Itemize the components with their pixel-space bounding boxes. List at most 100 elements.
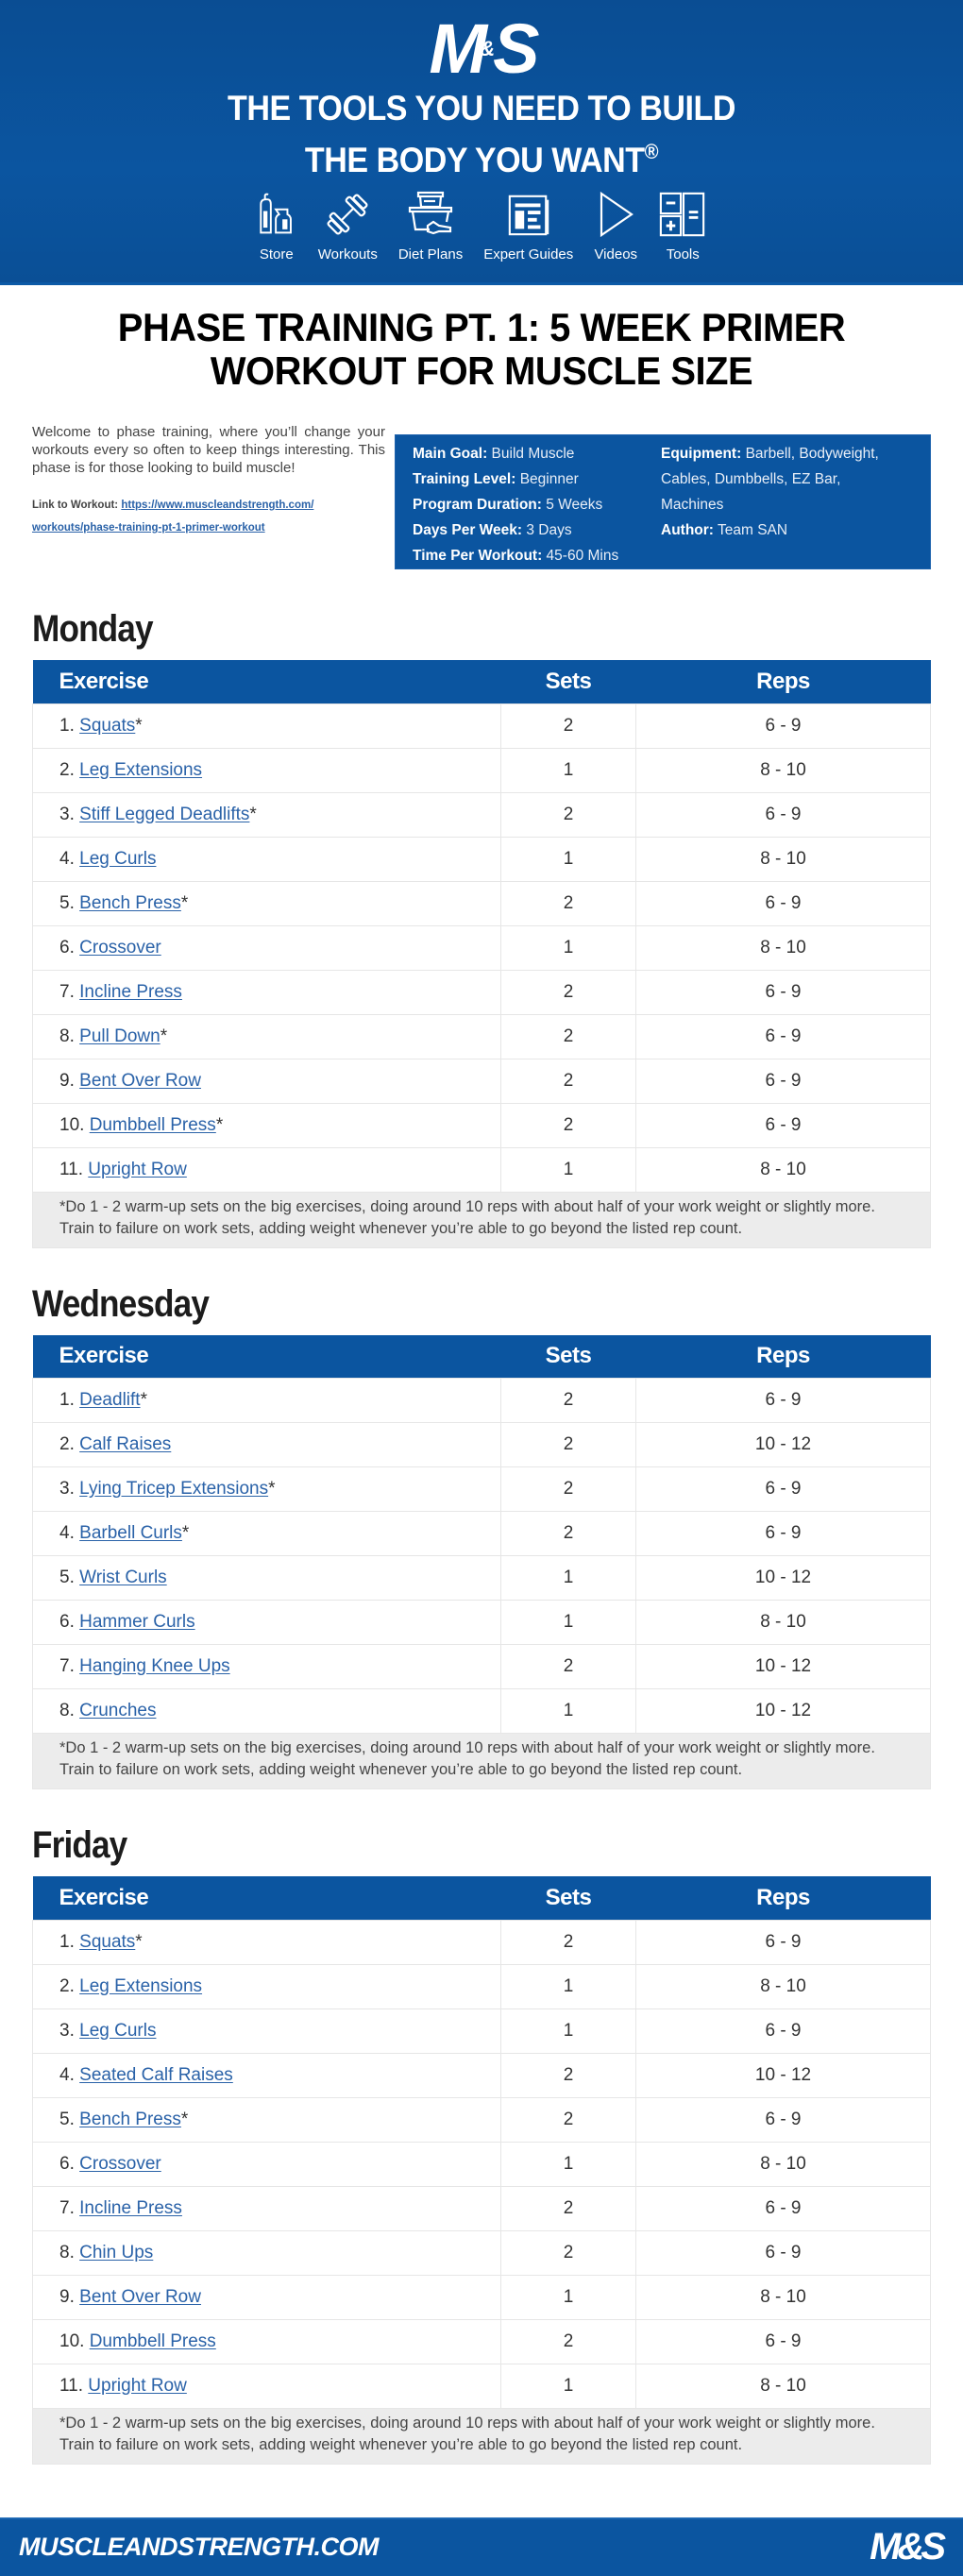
reps-cell: 10 - 12 [635, 1644, 931, 1689]
info-time-per-workout: Time Per Workout: 45-60 Mins [413, 548, 619, 564]
sets-cell: 1 [500, 1555, 636, 1601]
reps-cell: 6 - 9 [635, 1013, 931, 1059]
reps-cell: 10 - 12 [635, 2052, 931, 2098]
exercise-link[interactable]: Dumbbell Press [90, 2331, 216, 2351]
warmup-asterisk: * [268, 1479, 276, 1499]
nav-item-videos[interactable]: Videos [594, 190, 637, 263]
exercise-link[interactable]: Squats [79, 1932, 135, 1952]
exercise-cell: 3. Stiff Legged Deadlifts* [32, 791, 501, 838]
exercise-link[interactable]: Seated Calf Raises [79, 2065, 233, 2085]
workout-link-continued[interactable]: workouts/phase-training-pt-1-primer-work… [32, 522, 265, 534]
intro-text-block: Welcome to phase training, where you’ll … [32, 423, 385, 569]
exercise-number: 8. [59, 1025, 75, 1046]
reps-cell: 8 - 10 [635, 924, 931, 971]
exercise-link[interactable]: Hammer Curls [79, 1612, 194, 1632]
col-header-exercise: Exercise [32, 1876, 501, 1920]
exercise-link[interactable]: Upright Row [88, 1160, 187, 1179]
footer-url[interactable]: MUSCLEANDSTRENGTH.COM [19, 2533, 380, 2562]
exercise-link[interactable]: Crossover [79, 938, 161, 958]
info-equipment-line2: Cables, Dumbbells, EZ Bar, [661, 471, 841, 487]
reps-cell: 8 - 10 [635, 2141, 931, 2187]
exercise-link[interactable]: Incline Press [79, 982, 182, 1002]
reps-cell: 6 - 9 [635, 2185, 931, 2231]
reps-cell: 6 - 9 [635, 2318, 931, 2364]
nav-item-diet-plans[interactable]: Diet Plans [398, 190, 463, 263]
sets-cell: 1 [500, 2008, 636, 2054]
ms-logo[interactable]: M&S [0, 0, 963, 87]
exercise-cell: 6. Hammer Curls [32, 1600, 501, 1645]
exercise-link[interactable]: Upright Row [88, 2376, 187, 2396]
exercise-link[interactable]: Bent Over Row [79, 1071, 201, 1091]
exercise-number: 9. [59, 1070, 75, 1091]
sets-cell: 2 [500, 1919, 636, 1965]
exercise-link[interactable]: Pull Down [79, 1026, 160, 1046]
exercise-link[interactable]: Leg Extensions [79, 760, 202, 780]
table-row: 11. Upright Row 1 8 - 10 [32, 2363, 931, 2409]
exercise-link[interactable]: Squats [79, 716, 135, 736]
reps-cell: 10 - 12 [635, 1422, 931, 1467]
exercise-link[interactable]: Lying Tricep Extensions [79, 1479, 268, 1499]
exercise-link[interactable]: Incline Press [79, 2198, 182, 2218]
sets-cell: 2 [500, 2185, 636, 2231]
workout-link[interactable]: https://www.muscleandstrength.com/ [121, 500, 313, 511]
exercise-cell: 6. Crossover [32, 2141, 501, 2187]
exercise-cell: 5. Bench Press* [32, 2096, 501, 2143]
dumbbell-icon [327, 194, 368, 235]
day-section-monday: Monday Exercise Sets Reps 1. Squats* 2 6… [0, 607, 963, 1248]
nav-label: Videos [594, 246, 638, 263]
sets-cell: 1 [500, 747, 636, 793]
col-header-exercise: Exercise [32, 660, 501, 703]
exercise-link[interactable]: Barbell Curls [79, 1523, 182, 1543]
footer-logo[interactable]: M&S [870, 2526, 946, 2568]
day-heading: Friday [32, 1824, 127, 1866]
exercise-link[interactable]: Wrist Curls [79, 1568, 167, 1587]
nav-item-workouts[interactable]: Workouts [318, 190, 378, 263]
exercise-link[interactable]: Chin Ups [79, 2243, 153, 2262]
nav-label: Store [259, 246, 294, 263]
title-line1: PHASE TRAINING PT. 1: 5 WEEK PRIMER [117, 305, 846, 349]
nav-label: Tools [666, 246, 700, 263]
sets-cell: 2 [500, 2096, 636, 2143]
reps-cell: 6 - 9 [635, 1919, 931, 1965]
exercise-link[interactable]: Bench Press [79, 2110, 181, 2129]
exercise-cell: 2. Calf Raises [32, 1422, 501, 1467]
day-section-wednesday: Wednesday Exercise Sets Reps 1. Deadlift… [0, 1282, 963, 1789]
exercise-number: 1. [59, 1931, 75, 1952]
col-header-reps: Reps [635, 660, 931, 703]
warmup-asterisk: * [249, 804, 257, 824]
exercise-link[interactable]: Stiff Legged Deadlifts [79, 805, 249, 824]
reps-cell: 6 - 9 [635, 1102, 931, 1148]
exercise-link[interactable]: Crunches [79, 1701, 156, 1720]
exercise-link[interactable]: Leg Extensions [79, 1976, 202, 1996]
exercise-number: 6. [59, 2153, 75, 2174]
exercise-number: 4. [59, 2064, 75, 2085]
table-row: 2. Leg Extensions 1 8 - 10 [32, 747, 931, 793]
exercise-number: 9. [59, 2286, 75, 2307]
exercise-number: 7. [59, 1656, 75, 1676]
reps-cell: 6 - 9 [635, 2229, 931, 2276]
exercise-number: 6. [59, 1612, 75, 1632]
nav-item-tools[interactable]: Tools [658, 190, 707, 263]
exercise-link[interactable]: Bent Over Row [79, 2287, 201, 2307]
nav-item-store[interactable]: Store [256, 190, 297, 263]
table-row: 9. Bent Over Row 2 6 - 9 [32, 1058, 931, 1104]
exercise-cell: 8. Crunches [32, 1688, 501, 1734]
day-heading: Wednesday [32, 1282, 210, 1325]
exercise-link[interactable]: Bench Press [79, 893, 181, 913]
sets-cell: 2 [500, 1422, 636, 1467]
table-row: 1. Squats* 2 6 - 9 [32, 1919, 931, 1965]
exercise-link[interactable]: Dumbbell Press [90, 1115, 216, 1135]
info-equipment-line3: Machines [661, 497, 724, 513]
exercise-link[interactable]: Hanging Knee Ups [79, 1656, 230, 1676]
exercise-link[interactable]: Calf Raises [79, 1434, 171, 1454]
exercise-link[interactable]: Leg Curls [79, 2021, 156, 2041]
reps-cell: 6 - 9 [635, 2096, 931, 2143]
exercise-link[interactable]: Deadlift [79, 1390, 140, 1410]
exercise-cell: 7. Incline Press [32, 969, 501, 1015]
exercise-link[interactable]: Crossover [79, 2154, 161, 2174]
exercise-link[interactable]: Leg Curls [79, 849, 156, 869]
registered-mark: ® [644, 140, 659, 163]
table-row: 9. Bent Over Row 1 8 - 10 [32, 2274, 931, 2320]
warmup-asterisk: * [160, 1025, 168, 1046]
nav-item-expert-guides[interactable]: Expert Guides [483, 190, 573, 263]
